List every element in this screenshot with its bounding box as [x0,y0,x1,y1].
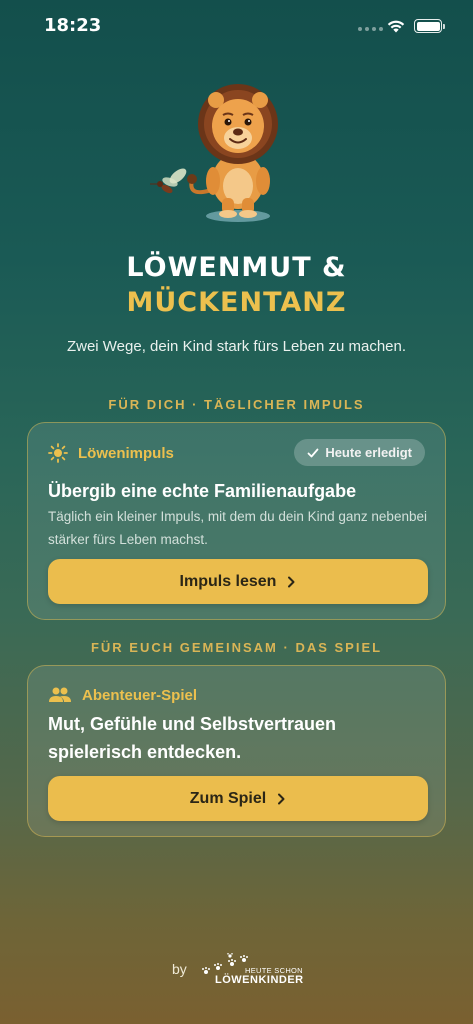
battery-icon [414,19,445,33]
open-game-button[interactable]: Zum Spiel [48,776,428,821]
card-description: Täglich ein kleiner Impuls, mit dem du d… [48,509,427,547]
sun-icon [48,443,68,463]
app-title-line1: LÖWENMUT & [126,252,347,283]
chevron-right-icon [278,793,285,804]
card-heading: Löwenimpuls [78,444,174,462]
app-subtitle: Zwei Wege, dein Kind stark fürs Leben zu… [66,338,407,355]
read-impulse-button[interactable]: Impuls lesen [48,559,428,604]
daily-impulse-card: Löwenimpuls Heute erledigt Übergib eine … [27,422,446,620]
mosquito-icon [150,168,187,194]
card-header: Abenteuer-Spiel [48,686,197,704]
app-title-line2: MÜCKENTANZ [126,287,347,318]
footer-by: by [172,961,187,977]
people-icon [49,687,71,702]
section-label-daily: FÜR DICH · TÄGLICHER IMPULS [108,397,365,412]
footer-brand: by HEUTE SCHON LÖWENKINDER [0,952,473,992]
card-header: Löwenimpuls [48,443,174,463]
lion-mascot-illustration [150,84,278,222]
card-heading: Abenteuer-Spiel [82,686,198,704]
status-time: 18:23 [44,15,102,36]
card-title: Mut, Gefühle und Selbstvertrauen spieler… [48,714,337,762]
cellular-signal-icon [358,27,383,31]
footer-logo-big: LÖWENKINDER [215,974,304,986]
status-bar: 18:23 [0,0,473,50]
card-title: Übergib eine echte Familienaufgabe [48,481,357,501]
adventure-game-card: Abenteuer-Spiel Mut, Gefühle und Selbstv… [27,665,446,837]
done-today-badge: Heute erledigt [294,439,425,466]
checkmark-icon [307,448,319,457]
button-label: Zum Spiel [189,789,267,807]
button-label: Impuls lesen [179,572,277,590]
wifi-icon [387,20,405,33]
badge-label: Heute erledigt [325,445,412,460]
section-label-game: FÜR EUCH GEMEINSAM · DAS SPIEL [90,640,383,655]
chevron-right-icon [288,576,295,587]
